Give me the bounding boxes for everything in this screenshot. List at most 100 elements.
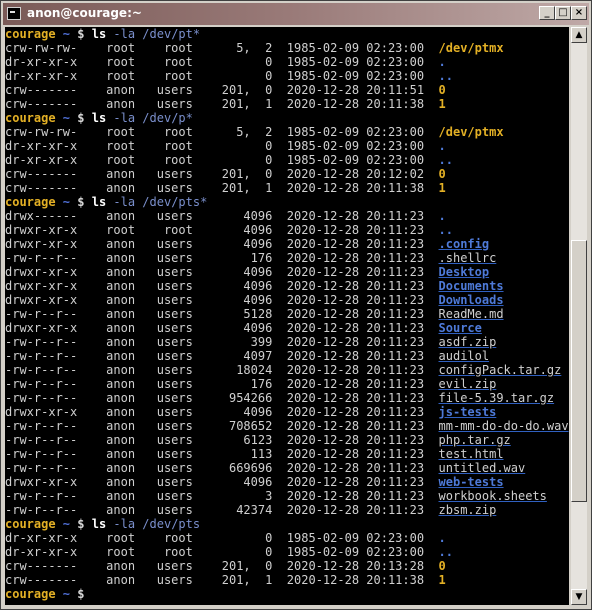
group: users [135, 265, 193, 279]
permissions: drwxr-xr-x [5, 321, 92, 335]
listing-row: crw------- anon users 201, 1 2020-12-28 … [5, 573, 569, 587]
permissions: drwx------ [5, 209, 92, 223]
owner: anon [91, 321, 136, 335]
close-button[interactable]: × [571, 6, 587, 20]
filename: 1 [438, 181, 446, 195]
filename: .config [438, 237, 490, 251]
permissions: dr-xr-xr-x [5, 69, 92, 83]
prompt-dir: ~ [55, 27, 71, 41]
timestamp: 1985-02-09 02:23:00 [272, 125, 439, 139]
scroll-thumb[interactable] [571, 240, 587, 502]
filename: 0 [438, 167, 446, 181]
filename: /dev/ptmx [438, 41, 504, 55]
timestamp: 2020-12-28 20:11:23 [272, 223, 439, 237]
filename: ReadMe.md [438, 307, 504, 321]
group: users [135, 209, 193, 223]
terminal-output[interactable]: courage ~ $ ls -la /dev/pt* crw-rw-rw- ro… [5, 27, 569, 605]
permissions: -rw-r--r-- [5, 335, 92, 349]
minimize-button[interactable]: _ [539, 6, 555, 20]
size: 6123 [192, 433, 273, 447]
size: 399 [192, 335, 273, 349]
permissions: crw-rw-rw- [5, 125, 92, 139]
filename: . [438, 55, 446, 69]
group: users [135, 489, 193, 503]
filename: .. [438, 153, 453, 167]
permissions: -rw-r--r-- [5, 363, 92, 377]
size: 0 [192, 139, 273, 153]
window-title: anon@courage:~ [27, 6, 142, 20]
permissions: crw------- [5, 573, 92, 587]
filename: /dev/ptmx [438, 125, 504, 139]
size: 0 [192, 69, 273, 83]
timestamp: 2020-12-28 20:11:23 [272, 405, 439, 419]
prompt-user: courage [5, 27, 56, 41]
size: 201, 0 [192, 83, 273, 97]
group: root [135, 69, 193, 83]
listing-row: -rw-r--r-- anon users 5128 2020-12-28 20… [5, 307, 569, 321]
filename: Documents [438, 279, 504, 293]
maximize-button[interactable]: □ [555, 6, 571, 20]
owner: anon [91, 503, 136, 517]
group: users [135, 559, 193, 573]
group: root [135, 55, 193, 69]
timestamp: 1985-02-09 02:23:00 [272, 41, 439, 55]
permissions: drwxr-xr-x [5, 405, 92, 419]
size: 42374 [192, 503, 273, 517]
filename: 0 [438, 83, 446, 97]
timestamp: 2020-12-28 20:12:02 [272, 167, 439, 181]
scroll-up-button[interactable]: ▲ [571, 27, 587, 43]
size: 201, 1 [192, 573, 273, 587]
group: users [135, 335, 193, 349]
timestamp: 1985-02-09 02:23:00 [272, 69, 439, 83]
owner: root [91, 125, 136, 139]
group: users [135, 251, 193, 265]
vertical-scrollbar[interactable]: ▲ ▼ [571, 27, 587, 605]
title-bar[interactable]: anon@courage:~ _ □ × [3, 3, 589, 25]
listing-row: drwx------ anon users 4096 2020-12-28 20… [5, 209, 569, 223]
command-args: -la /dev/pts [106, 517, 201, 531]
owner: anon [91, 265, 136, 279]
owner: anon [91, 83, 136, 97]
prompt-line: courage ~ $ ls -la /dev/p* [5, 111, 569, 125]
owner: root [91, 41, 136, 55]
timestamp: 1985-02-09 02:23:00 [272, 139, 439, 153]
timestamp: 2020-12-28 20:13:28 [272, 559, 439, 573]
owner: anon [91, 167, 136, 181]
command-name: ls [91, 517, 107, 531]
timestamp: 2020-12-28 20:11:23 [272, 335, 439, 349]
listing-row: -rw-r--r-- anon users 18024 2020-12-28 2… [5, 363, 569, 377]
listing-row: dr-xr-xr-x root root 0 1985-02-09 02:23:… [5, 545, 569, 559]
owner: anon [91, 475, 136, 489]
filename: Source [438, 321, 482, 335]
owner: anon [91, 307, 136, 321]
permissions: -rw-r--r-- [5, 433, 92, 447]
group: users [135, 321, 193, 335]
listing-row: -rw-r--r-- anon users 399 2020-12-28 20:… [5, 335, 569, 349]
listing-row: drwxr-xr-x anon users 4096 2020-12-28 20… [5, 321, 569, 335]
owner: anon [91, 181, 136, 195]
scroll-down-button[interactable]: ▼ [571, 589, 587, 605]
owner: anon [91, 237, 136, 251]
timestamp: 2020-12-28 20:11:38 [272, 573, 439, 587]
timestamp: 2020-12-28 20:11:23 [272, 377, 439, 391]
permissions: -rw-r--r-- [5, 349, 92, 363]
listing-row: dr-xr-xr-x root root 0 1985-02-09 02:23:… [5, 139, 569, 153]
size: 4096 [192, 223, 273, 237]
permissions: -rw-r--r-- [5, 447, 92, 461]
filename: .. [438, 69, 453, 83]
filename: 1 [438, 573, 446, 587]
timestamp: 2020-12-28 20:11:23 [272, 279, 439, 293]
group: users [135, 349, 193, 363]
owner: anon [91, 461, 136, 475]
listing-row: dr-xr-xr-x root root 0 1985-02-09 02:23:… [5, 531, 569, 545]
size: 0 [192, 55, 273, 69]
group: root [135, 153, 193, 167]
size: 4096 [192, 209, 273, 223]
group: users [135, 461, 193, 475]
terminal-app-icon[interactable] [7, 7, 21, 20]
filename: . [438, 139, 446, 153]
size: 4097 [192, 349, 273, 363]
filename: .. [438, 223, 453, 237]
filename: Desktop [438, 265, 490, 279]
listing-row: dr-xr-xr-x root root 0 1985-02-09 02:23:… [5, 69, 569, 83]
